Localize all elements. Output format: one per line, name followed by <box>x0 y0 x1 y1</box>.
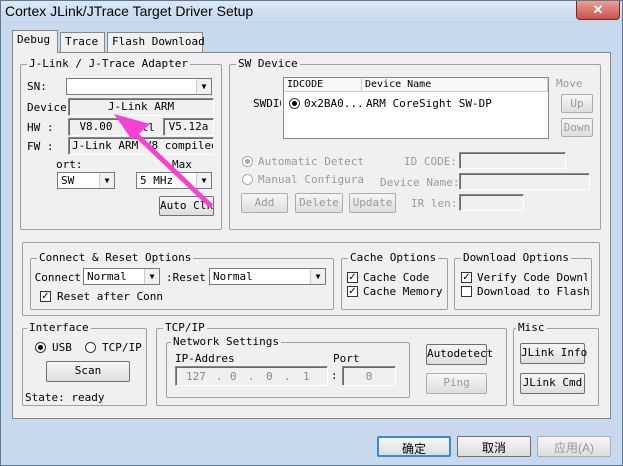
annotation-arrow-icon <box>114 114 213 208</box>
tab-debug[interactable]: Debug <box>12 30 58 53</box>
